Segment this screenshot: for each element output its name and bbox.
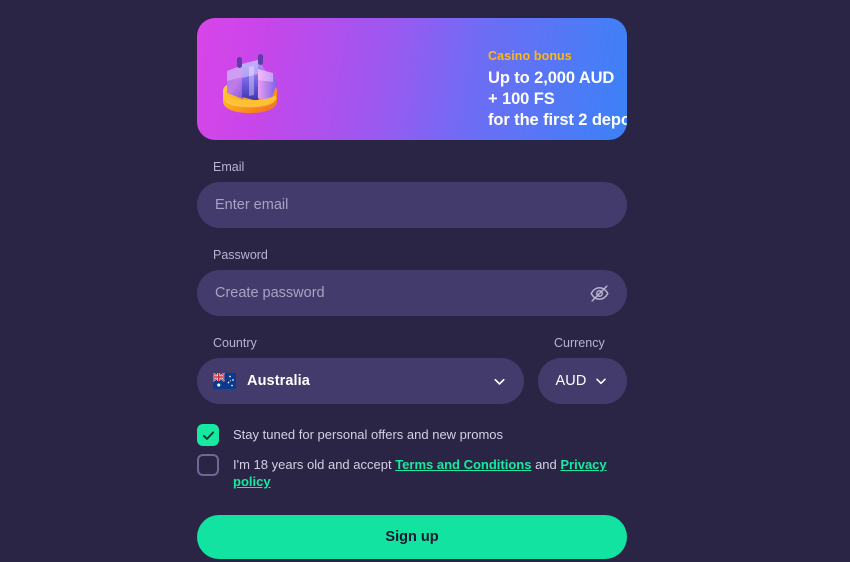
casino-bonus-banner[interactable]: Casino bonus Up to 2,000 AUD + 100 FS fo… — [197, 18, 627, 140]
age-terms-checkbox[interactable] — [197, 454, 219, 476]
australia-flag-icon — [213, 373, 236, 389]
signup-page: Casino bonus Up to 2,000 AUD + 100 FS fo… — [0, 0, 850, 562]
chevron-down-icon — [491, 373, 508, 390]
country-select[interactable]: Australia — [197, 358, 524, 404]
currency-label: Currency — [554, 336, 605, 350]
email-input[interactable] — [215, 197, 609, 213]
banner-kicker: Casino bonus — [488, 49, 572, 63]
promos-checkbox[interactable] — [197, 424, 219, 446]
email-input-wrapper[interactable] — [197, 182, 627, 228]
currency-value: AUD — [555, 373, 587, 389]
terms-text-before: I'm 18 years old and accept — [233, 457, 396, 472]
age-terms-consent-label: I'm 18 years old and accept Terms and Co… — [233, 454, 627, 490]
eye-off-icon[interactable] — [587, 281, 611, 305]
country-currency-row: Country Australia Currency AUD — [197, 336, 627, 404]
banner-line-1: Up to 2,000 AUD — [488, 69, 615, 87]
banner-text: Casino bonus Up to 2,000 AUD + 100 FS fo… — [488, 49, 627, 131]
terms-text-between: and — [531, 457, 561, 472]
banner-line-2: + 100 FS — [488, 90, 555, 108]
country-label: Country — [213, 336, 257, 350]
signup-form: Casino bonus Up to 2,000 AUD + 100 FS fo… — [197, 18, 627, 559]
age-terms-consent-row: I'm 18 years old and accept Terms and Co… — [197, 454, 627, 490]
password-field-group: Password — [197, 248, 627, 316]
banner-line-3: for the first 2 deposits — [488, 111, 627, 129]
password-input[interactable] — [215, 285, 587, 301]
treasure-gift-box-icon — [213, 51, 287, 117]
password-input-wrapper[interactable] — [197, 270, 627, 316]
email-label: Email — [213, 160, 245, 174]
promos-consent-row: Stay tuned for personal offers and new p… — [197, 424, 627, 446]
chevron-down-icon — [593, 373, 609, 389]
country-value: Australia — [247, 373, 310, 389]
sign-up-button[interactable]: Sign up — [197, 515, 627, 559]
terms-and-conditions-link[interactable]: Terms and Conditions — [395, 457, 531, 472]
currency-select[interactable]: AUD — [538, 358, 627, 404]
password-label: Password — [213, 248, 268, 262]
consent-checkboxes: Stay tuned for personal offers and new p… — [197, 424, 627, 490]
promos-consent-label: Stay tuned for personal offers and new p… — [233, 427, 504, 442]
country-field-group: Country Australia — [197, 336, 524, 404]
email-field-group: Email — [197, 160, 627, 228]
currency-field-group: Currency AUD — [538, 336, 627, 404]
